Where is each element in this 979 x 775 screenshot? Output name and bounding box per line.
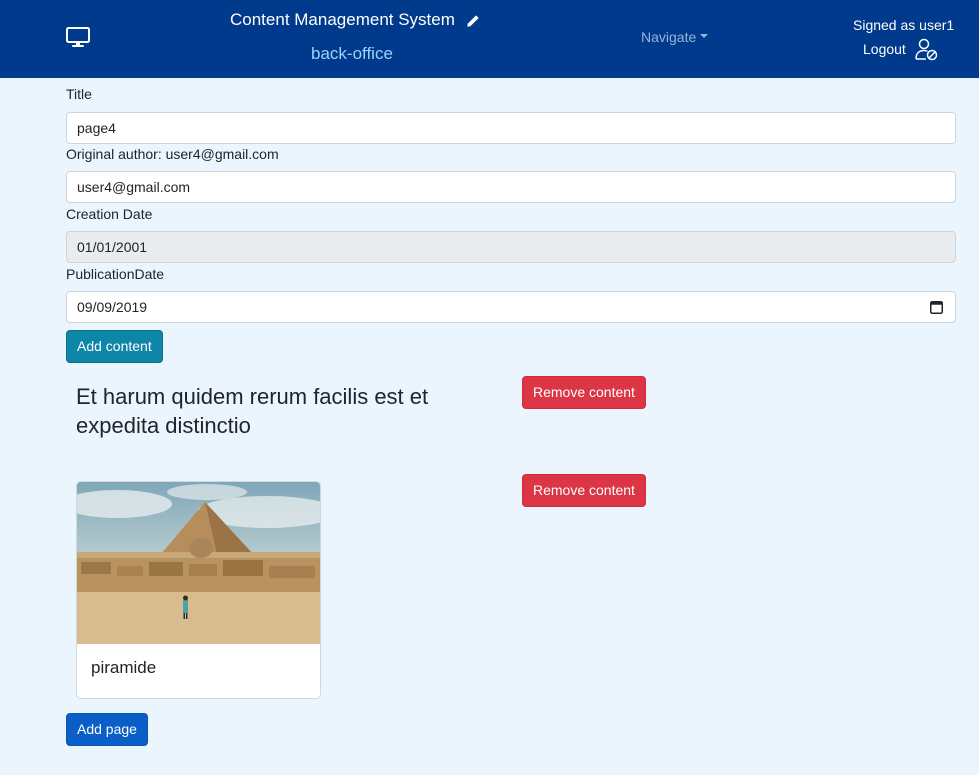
logout-label: Logout (863, 41, 906, 57)
creation-date-input: 01/01/2001 (66, 231, 956, 263)
navigate-label: Navigate (641, 29, 697, 45)
monitor-icon[interactable] (66, 27, 90, 47)
signed-in-user: Signed as user1 (853, 17, 955, 33)
user-logout-icon (915, 38, 938, 61)
content-text-block: Et harum quidem rerum facilis est et exp… (76, 384, 429, 438)
title-label: Title (66, 86, 92, 102)
card-caption: piramide (91, 658, 157, 677)
app-title[interactable]: Content Management System (230, 10, 480, 30)
logout-button[interactable]: Logout (863, 37, 938, 61)
navigate-dropdown[interactable]: Navigate (641, 29, 709, 45)
remove-content-button[interactable]: Remove content (522, 474, 646, 507)
app-subtitle[interactable]: back-office (311, 44, 393, 64)
top-navbar: Content Management System back-office Na… (0, 0, 979, 78)
add-page-button[interactable]: Add page (66, 713, 148, 746)
pyramid-image (77, 482, 320, 644)
remove-content-button[interactable]: Remove content (522, 376, 646, 409)
calendar-icon[interactable] (930, 300, 943, 314)
add-content-button[interactable]: Add content (66, 330, 163, 363)
publication-date-label: PublicationDate (66, 266, 165, 282)
caret-down-icon (700, 34, 709, 39)
author-label: Original author: user4@gmail.com (66, 146, 279, 162)
author-input[interactable]: user4@gmail.com (66, 171, 956, 203)
app-title-text: Content Management System (230, 10, 455, 29)
pencil-icon (466, 14, 479, 27)
title-input[interactable]: page4 (66, 112, 956, 144)
creation-date-label: Creation Date (66, 206, 153, 222)
publication-date-value: 09/09/2019 (77, 299, 148, 315)
image-card: piramide (76, 481, 321, 699)
publication-date-input[interactable]: 09/09/2019 (66, 291, 956, 323)
